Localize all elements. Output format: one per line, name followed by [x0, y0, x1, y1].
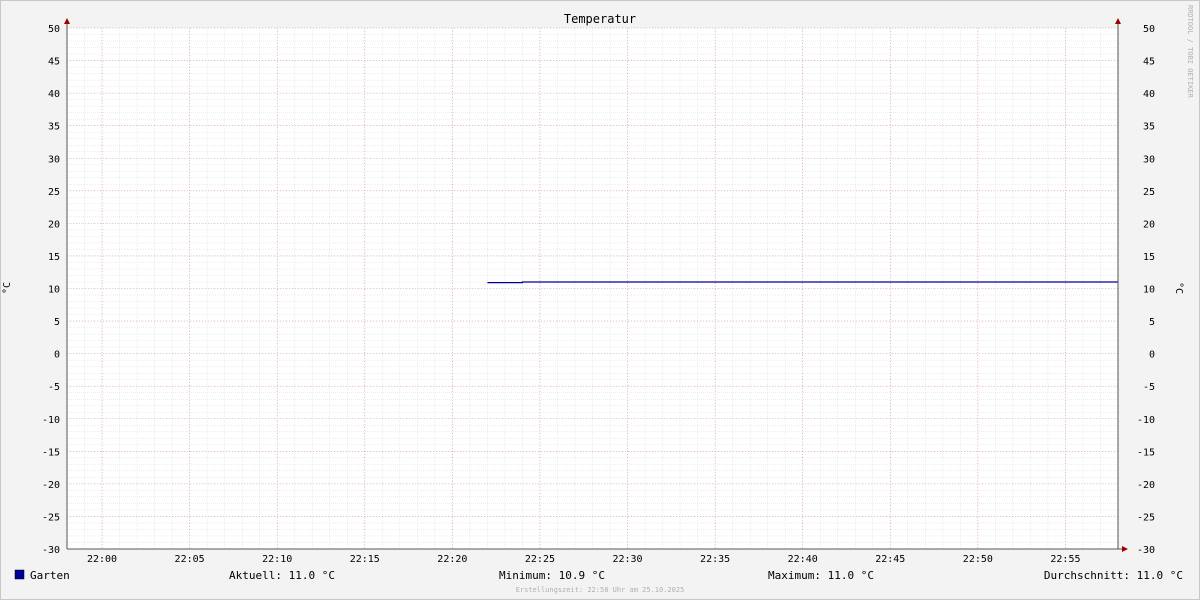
x-tick-label: 22:20 [437, 554, 467, 565]
y-tick-label-right: -30 [1137, 545, 1155, 556]
x-tick-label: 22:45 [875, 554, 905, 565]
legend-series-name: Garten [30, 569, 70, 582]
x-tick-label: 22:25 [525, 554, 555, 565]
y-tick-label-right: 5 [1149, 317, 1155, 328]
y-tick-label-left: -30 [42, 545, 60, 556]
y-tick-label-left: 50 [48, 24, 60, 35]
y-tick-label-right: 10 [1143, 285, 1155, 296]
legend-average: Durchschnitt: 11.0 °C [1044, 569, 1183, 582]
y-tick-label-right: 35 [1143, 122, 1155, 133]
y-tick-label-right: -10 [1137, 415, 1155, 426]
y-axis-label-right: °C [1173, 282, 1184, 294]
y-tick-label-left: 35 [48, 122, 60, 133]
grid [66, 27, 1119, 550]
legend-maximum: Maximum: 11.0 °C [768, 569, 874, 582]
legend-current: Aktuell: 11.0 °C [229, 569, 335, 582]
y-tick-label-left: -25 [42, 512, 60, 523]
y-tick-label-right: -5 [1143, 382, 1155, 393]
chart-svg: 50 5045 4540 4035 3530 3025 2520 2015 1510 105 50 0… [0, 0, 1200, 600]
y-tick-label-left: 5 [54, 317, 60, 328]
y-tick-label-right: -15 [1137, 447, 1155, 458]
x-tick-label: 22:15 [350, 554, 380, 565]
y-tick-label-left: 0 [54, 350, 60, 361]
y-tick-label-left: -5 [48, 382, 60, 393]
x-tick-label: 22:35 [700, 554, 730, 565]
x-tick-label: 22:30 [612, 554, 642, 565]
y-tick-label-left: 30 [48, 154, 60, 165]
y-tick-label-left: -20 [42, 480, 60, 491]
y-tick-label-left: 40 [48, 89, 60, 100]
y-tick-label-right: 50 [1143, 24, 1155, 35]
x-tick-label: 22:00 [87, 554, 117, 565]
chart-title: Temperatur [564, 12, 636, 26]
y-tick-label-left: -10 [42, 415, 60, 426]
y-tick-label-right: 30 [1143, 154, 1155, 165]
series-line-garten [487, 281, 1118, 284]
chart-container: 50 50 45 45 40 40 35 35 30 30 25 25 20 20 15 15 10 10 5 5 0 0… [0, 0, 1200, 600]
y-tick-label-right: 20 [1143, 219, 1155, 230]
legend-minimum: Minimum: 10.9 °C [499, 569, 605, 582]
y-tick-label-right: 40 [1143, 89, 1155, 100]
y-axis-label-left: °C [2, 282, 13, 294]
x-tick-label: 22:05 [175, 554, 205, 565]
watermark: RRDTOOL / TOBI OETIKER [1186, 5, 1194, 99]
x-tick-label: 22:55 [1050, 554, 1080, 565]
y-tick-label-left: 25 [48, 187, 60, 198]
y-tick-label-right: 0 [1149, 350, 1155, 361]
y-tick-label-right: -20 [1137, 480, 1155, 491]
x-tick-label: 22:40 [788, 554, 818, 565]
y-tick-label-right: -25 [1137, 512, 1155, 523]
y-tick-label-left: 15 [48, 252, 60, 263]
y-tick-label-left: -15 [42, 447, 60, 458]
footer-created: Erstellungszeit: 22:58 Uhr am 25.10.2025 [516, 586, 685, 594]
series-layer [487, 281, 1118, 284]
y-tick-label-right: 15 [1143, 252, 1155, 263]
x-tick-label: 22:10 [262, 554, 292, 565]
y-tick-label-left: 45 [48, 57, 60, 68]
x-tick-label: 22:50 [963, 554, 993, 565]
y-tick-label-right: 25 [1143, 187, 1155, 198]
y-tick-label-right: 45 [1143, 57, 1155, 68]
legend-swatch [14, 569, 25, 580]
y-tick-label-left: 10 [48, 285, 60, 296]
y-tick-label-left: 20 [48, 219, 60, 230]
